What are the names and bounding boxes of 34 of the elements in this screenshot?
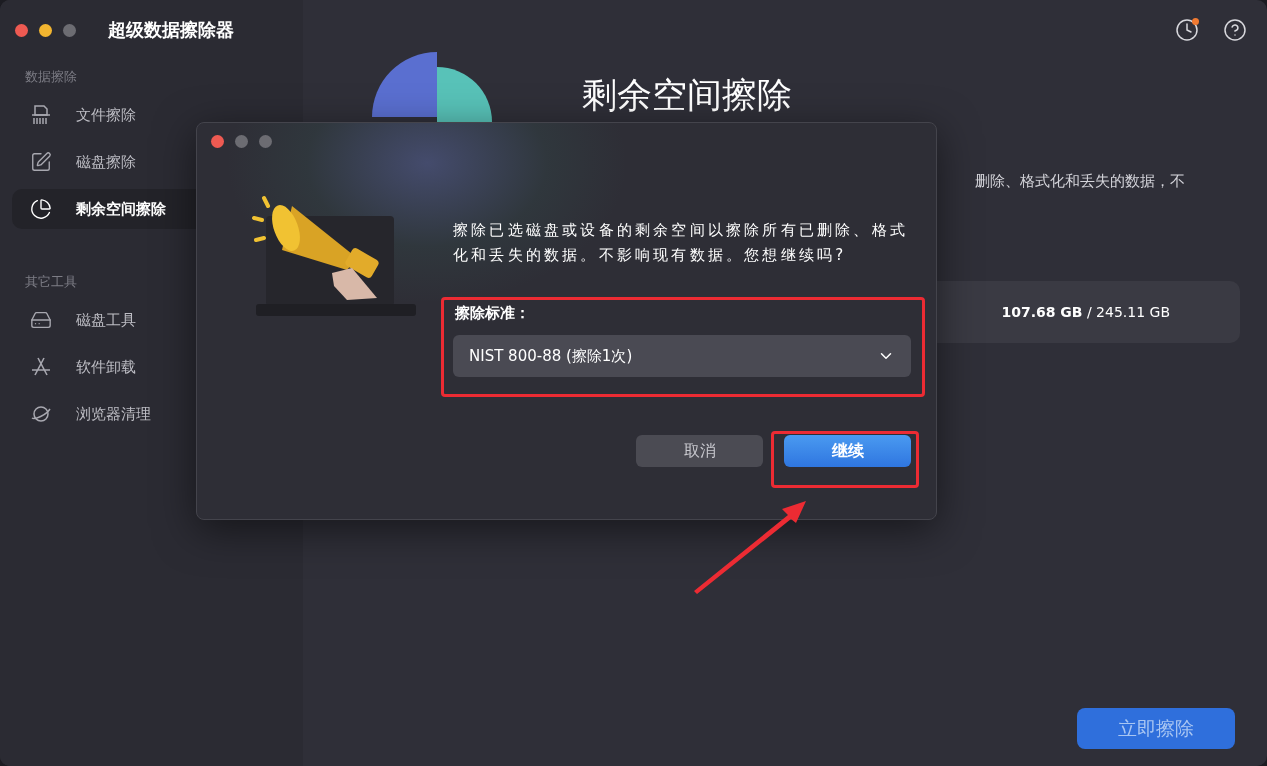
storage-text: 107.68 GB / 245.11 GB bbox=[1001, 304, 1170, 320]
cancel-button[interactable]: 取消 bbox=[636, 435, 763, 467]
shredder-icon bbox=[30, 104, 52, 126]
sidebar-item[interactable]: 浏览器清理 bbox=[12, 394, 303, 434]
sidebar-label: 剩余空间擦除 bbox=[76, 199, 166, 219]
sidebar-label: 浏览器清理 bbox=[76, 404, 151, 424]
close-button[interactable] bbox=[15, 23, 28, 37]
help-icon[interactable] bbox=[1223, 18, 1247, 42]
sidebar-label: 软件卸载 bbox=[76, 357, 136, 377]
standard-select[interactable]: NIST 800-88 (擦除1次) bbox=[453, 335, 911, 377]
zoom-button[interactable] bbox=[63, 23, 76, 37]
pie-chart-icon bbox=[30, 198, 52, 220]
window-title: 超级数据擦除器 bbox=[108, 18, 234, 42]
page-title: 剩余空间擦除 bbox=[582, 74, 792, 117]
sidebar-item[interactable]: 磁盘工具 bbox=[12, 300, 303, 340]
section-heading: 其它工具 bbox=[24, 273, 78, 291]
continue-button[interactable]: 继续 bbox=[784, 435, 911, 467]
planet-icon bbox=[30, 403, 52, 425]
description: 删除、格式化和丢失的数据，不 bbox=[975, 172, 1185, 191]
sidebar-item[interactable]: 软件卸载 bbox=[12, 347, 303, 387]
minimize-button[interactable] bbox=[39, 23, 52, 37]
hard-drive-icon bbox=[30, 309, 52, 331]
field-label: 擦除标准： bbox=[455, 304, 531, 323]
app-store-icon bbox=[30, 356, 52, 378]
history-button[interactable] bbox=[1175, 18, 1199, 42]
close-button[interactable] bbox=[211, 135, 224, 148]
sidebar-item[interactable]: 磁盘擦除 bbox=[12, 142, 303, 182]
section-heading: 数据擦除 bbox=[24, 68, 78, 86]
sidebar-label: 文件擦除 bbox=[76, 105, 136, 125]
pen-square-icon bbox=[30, 151, 52, 173]
sidebar-item[interactable]: 文件擦除 bbox=[12, 95, 303, 135]
sidebar-label: 磁盘擦除 bbox=[76, 152, 136, 172]
dialog-message: 擦除已选磁盘或设备的剩余空间以擦除所有已删除、格式化和丢失的数据。不影响现有数据。您想继续吗? bbox=[453, 220, 909, 266]
sidebar-label: 磁盘工具 bbox=[76, 310, 136, 330]
